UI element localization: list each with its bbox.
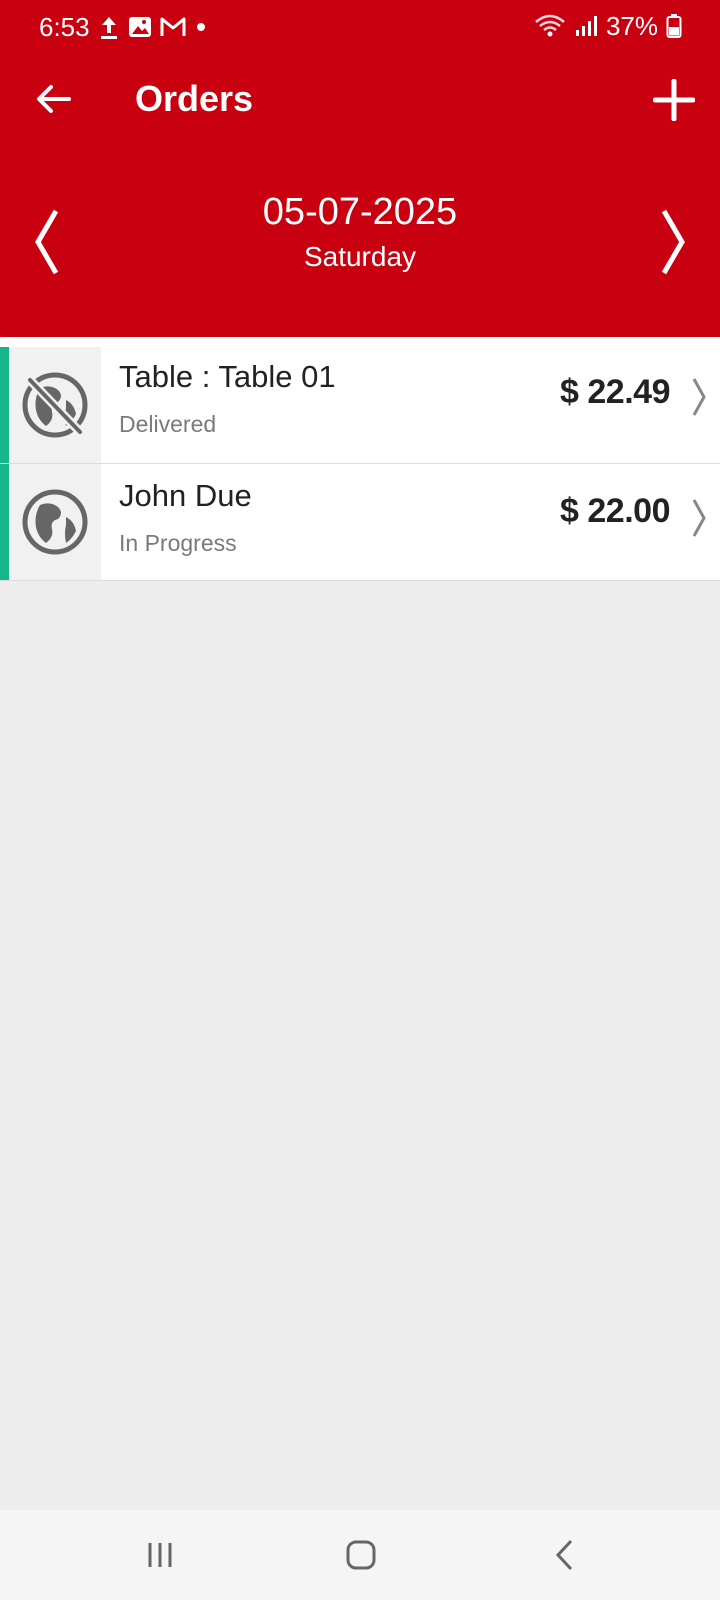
order-status: Delivered (119, 411, 217, 437)
gallery-icon (129, 17, 151, 37)
system-status-icons: 37% (534, 10, 682, 41)
arrow-left-icon (37, 85, 71, 113)
recents-button[interactable] (138, 1535, 182, 1575)
status-accent-bar (0, 347, 9, 463)
status-bar: 6:53 37% (0, 0, 720, 52)
battery-percent: 37% (605, 10, 658, 41)
app-bar: Orders (0, 60, 720, 140)
chevron-right-icon (692, 499, 706, 537)
status-accent-bar (0, 464, 9, 580)
status-time: 6:53 (39, 12, 90, 42)
date-navigator: 05-07-2025 Saturday (0, 185, 720, 295)
home-icon (346, 1540, 376, 1570)
upload-icon (101, 17, 117, 39)
chevron-right-icon (692, 378, 706, 416)
order-amount: $ 22.49 (560, 373, 670, 411)
battery-icon (666, 14, 682, 38)
globe-icon (22, 489, 88, 555)
gmail-icon (160, 17, 186, 36)
system-back-button[interactable] (542, 1535, 586, 1575)
dot-icon (197, 23, 205, 31)
add-order-button[interactable] (644, 70, 704, 130)
order-row[interactable]: John Due In Progress $ 22.00 (0, 464, 720, 581)
order-icon-cell (9, 464, 101, 580)
plus-icon (653, 79, 695, 121)
back-icon (555, 1539, 573, 1571)
order-name: Table : Table 01 (119, 359, 336, 394)
globe-off-icon (22, 372, 88, 438)
next-day-button[interactable] (654, 207, 694, 277)
selected-date: 05-07-2025 (262, 191, 458, 233)
recents-icon (148, 1543, 172, 1567)
order-amount: $ 22.00 (560, 492, 670, 530)
selected-day: Saturday (303, 241, 417, 272)
header: 6:53 37% Orders 05-07-2025 Saturday (0, 0, 720, 337)
order-list: Table : Table 01 Delivered $ 22.49 John … (0, 337, 720, 581)
signal-icon (575, 16, 597, 36)
order-status: In Progress (119, 530, 237, 556)
notification-icons (98, 14, 208, 40)
system-navigation-bar (0, 1510, 720, 1600)
back-button[interactable] (28, 74, 78, 124)
home-button[interactable] (339, 1535, 383, 1575)
wifi-icon (535, 14, 565, 37)
order-icon-cell (9, 347, 101, 463)
order-name: John Due (119, 478, 252, 513)
order-row[interactable]: Table : Table 01 Delivered $ 22.49 (0, 337, 720, 464)
page-title: Orders (135, 78, 254, 119)
